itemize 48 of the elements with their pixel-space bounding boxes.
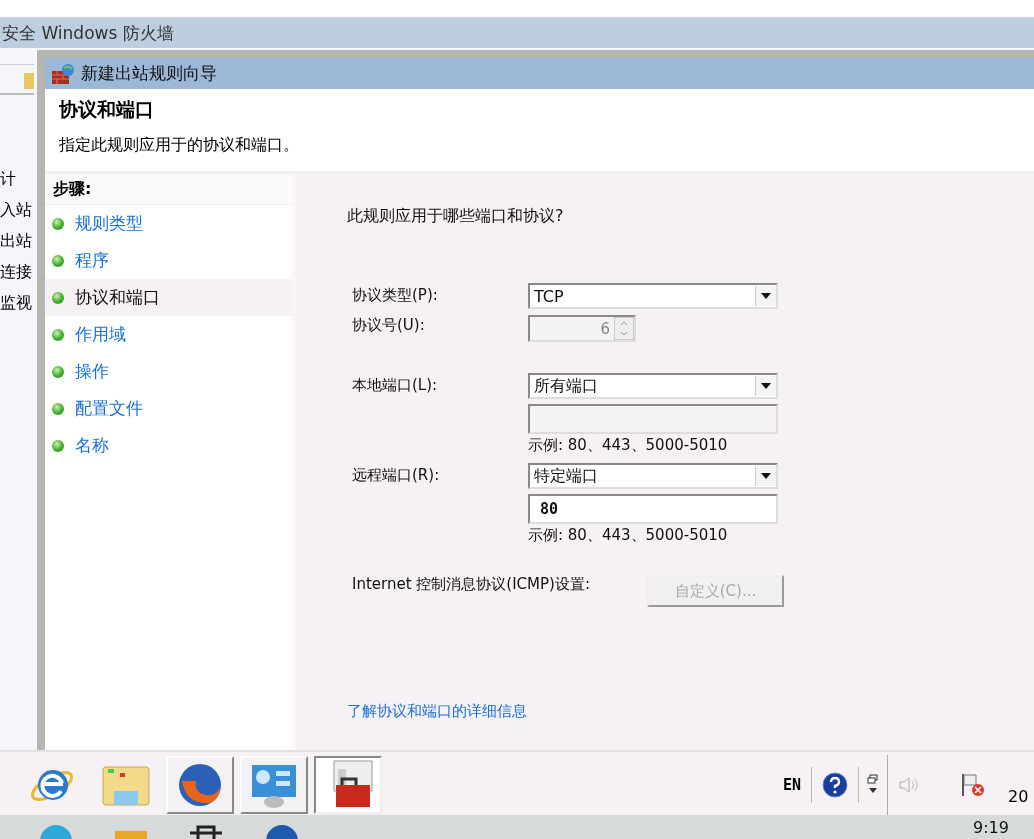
firewall-icon <box>51 62 75 85</box>
window-title: 安全 Windows 防火墙 <box>2 21 174 45</box>
example-hint: 示例: 80、443、5000-5010 <box>528 436 729 455</box>
clock-time: 9:19 <box>973 818 1009 837</box>
tree-item[interactable]: 计 <box>0 163 34 194</box>
step-item[interactable]: 程序 <box>45 242 292 279</box>
page-heading: 协议和端口 <box>59 97 155 122</box>
status-dot-icon <box>51 364 65 379</box>
dialog-title: 新建出站规则向导 <box>81 62 217 85</box>
local-port-dropdown[interactable]: 所有端口 <box>528 373 778 399</box>
status-dot-icon <box>51 253 65 268</box>
tree-item[interactable]: 入站 <box>0 194 34 225</box>
field-label: 协议号(U): <box>351 315 426 336</box>
dropdown-arrow-icon <box>761 473 771 479</box>
icmp-label: Internet 控制消息协议(ICMP)设置: <box>351 575 591 593</box>
status-dot-icon <box>51 438 65 453</box>
step-item[interactable]: 协议和端口 <box>45 279 292 316</box>
step-item[interactable]: 名称 <box>45 427 292 464</box>
flag-error-icon[interactable] <box>960 771 986 798</box>
status-dot-icon <box>51 401 65 416</box>
taskbar-app[interactable] <box>314 755 382 814</box>
question-text: 此规则应用于哪些端口和协议? <box>347 206 564 227</box>
tree-item[interactable]: 连接 <box>0 256 34 287</box>
step-item[interactable]: 操作 <box>45 353 292 390</box>
field-label: 本地端口(L): <box>351 375 439 396</box>
status-dot-icon <box>51 290 65 305</box>
tree-item[interactable]: 出站 <box>0 225 34 256</box>
remote-port-field[interactable]: 80 <box>528 494 778 524</box>
details-link[interactable]: 了解协议和端口的详细信息 <box>347 702 527 721</box>
field-label: 远程端口(R): <box>351 465 441 486</box>
step-item[interactable]: 作用域 <box>45 316 292 353</box>
step-item[interactable]: 规则类型 <box>45 205 292 242</box>
clock-date: 20 <box>1008 787 1029 806</box>
example-hint: 示例: 80、443、5000-5010 <box>528 526 729 545</box>
help-icon[interactable] <box>822 771 848 798</box>
remote-port-dropdown[interactable]: 特定端口 <box>528 463 778 489</box>
dropdown-arrow-icon <box>761 293 771 299</box>
protocol-type-dropdown[interactable]: TCP <box>528 283 778 309</box>
tree-item[interactable]: 监视 <box>0 287 34 318</box>
dropdown-arrow-icon <box>761 383 771 389</box>
page-subtitle: 指定此规则应用于的协议和端口。 <box>59 135 299 156</box>
status-dot-icon <box>51 327 65 342</box>
spinner-arrows-icon <box>614 317 634 340</box>
language-indicator[interactable]: EN <box>772 775 811 794</box>
steps-title: 步骤: <box>45 174 292 205</box>
step-item[interactable]: 配置文件 <box>45 390 292 427</box>
field-label: 协议类型(P): <box>351 285 439 306</box>
status-dot-icon <box>51 216 65 231</box>
